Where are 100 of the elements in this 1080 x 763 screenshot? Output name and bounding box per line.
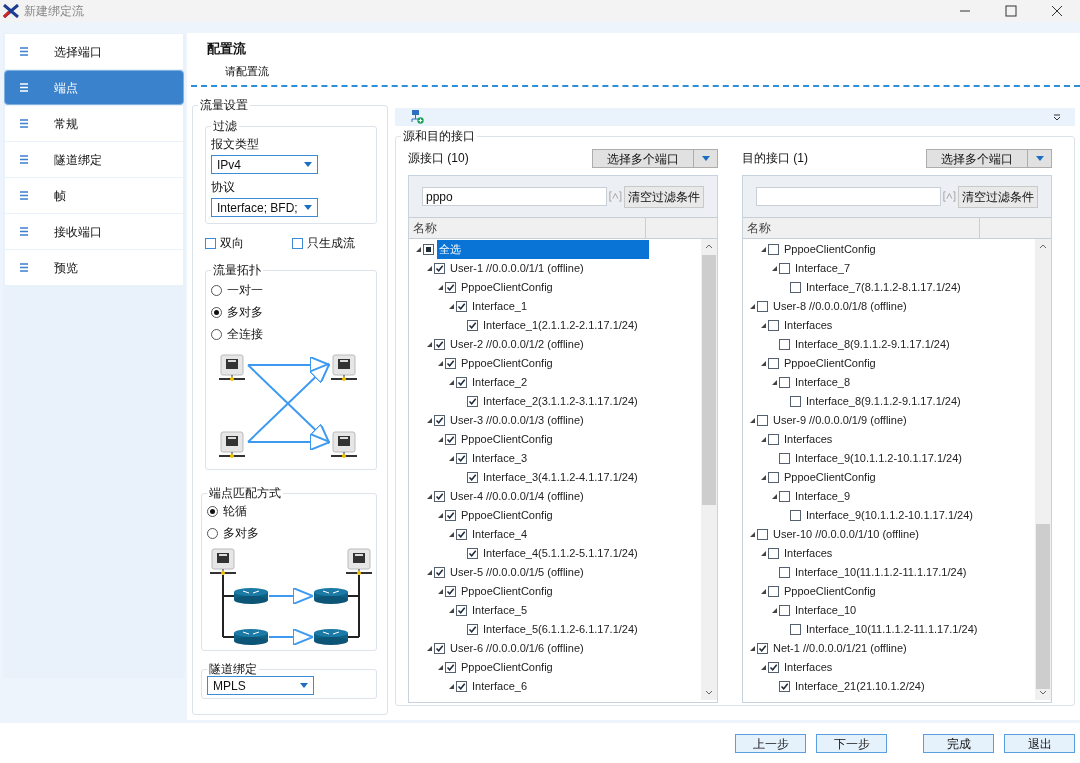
sidebar-item[interactable]: 选择端口	[5, 34, 183, 69]
checkbox[interactable]	[445, 282, 456, 293]
radio-button[interactable]	[211, 284, 222, 296]
expand-icon[interactable]	[437, 589, 443, 594]
expand-icon[interactable]	[760, 475, 766, 480]
sidebar-item[interactable]: 常规	[5, 106, 183, 141]
expand-icon[interactable]	[760, 247, 766, 252]
expand-icon[interactable]	[448, 608, 454, 613]
checkbox[interactable]	[757, 415, 768, 426]
checkbox[interactable]	[434, 491, 445, 502]
expand-icon[interactable]	[760, 361, 766, 366]
tree-item[interactable]: Interface_21(21.10.1.2/24)	[793, 677, 927, 696]
checkbox[interactable]	[768, 586, 779, 597]
tree-item[interactable]: Interface_2	[470, 373, 530, 392]
checkbox[interactable]	[779, 681, 790, 692]
checkbox[interactable]	[445, 662, 456, 673]
tree-item[interactable]: Interface_8(9.1.1.2-9.1.17.1/24)	[793, 335, 952, 354]
sidebar-item[interactable]: 预览	[5, 250, 183, 285]
tree-item[interactable]: PppoeClientConfig	[782, 582, 878, 601]
checkbox[interactable]	[434, 415, 445, 426]
expand-icon[interactable]	[760, 437, 766, 442]
checkbox[interactable]	[768, 320, 779, 331]
tree-item[interactable]: User-1 //0.0.0.0/1/1 (offline)	[448, 259, 586, 278]
sidebar-item[interactable]: 端点	[4, 70, 184, 105]
tree-item[interactable]: Interfaces	[782, 430, 835, 449]
expand-icon[interactable]	[771, 266, 777, 271]
checkbox[interactable]	[779, 339, 790, 350]
expand-icon[interactable]	[437, 285, 443, 290]
checkbox[interactable]	[779, 453, 790, 464]
checkbox[interactable]	[779, 567, 790, 578]
expand-icon[interactable]	[437, 437, 443, 442]
checkbox[interactable]	[456, 681, 467, 692]
expand-icon[interactable]	[426, 494, 432, 499]
dropdown[interactable]: MPLS	[207, 676, 314, 695]
tree-item[interactable]: PppoeClientConfig	[459, 506, 555, 525]
expand-icon[interactable]	[448, 304, 454, 309]
checkbox[interactable]	[790, 282, 801, 293]
footer-button[interactable]: 退出	[1004, 733, 1075, 753]
checkbox[interactable]	[757, 301, 768, 312]
expand-icon[interactable]	[437, 665, 443, 670]
checkbox[interactable]	[467, 396, 478, 407]
checkbox[interactable]	[768, 358, 779, 369]
tree-item[interactable]: Interfaces	[782, 316, 835, 335]
expand-icon[interactable]	[760, 665, 766, 670]
dropdown-button[interactable]	[694, 148, 718, 168]
tree-item[interactable]: PppoeClientConfig	[459, 278, 555, 297]
checkbox[interactable]	[467, 548, 478, 559]
tree-item[interactable]: PppoeClientConfig	[459, 430, 555, 449]
radio-button[interactable]	[207, 527, 218, 539]
checkbox[interactable]	[456, 301, 467, 312]
checkbox[interactable]	[467, 320, 478, 331]
tree-item[interactable]: User-5 //0.0.0.0/1/5 (offline)	[448, 563, 586, 582]
collapse-icon[interactable]	[1054, 114, 1060, 120]
checkbox[interactable]	[779, 377, 790, 388]
tree-item[interactable]: Interface_7	[793, 259, 853, 278]
checkbox[interactable]	[768, 244, 779, 255]
expand-icon[interactable]	[415, 247, 421, 252]
checkbox[interactable]	[790, 624, 801, 635]
checkbox[interactable]	[456, 377, 467, 388]
clear-filter-button[interactable]: 清空过滤条件	[624, 185, 704, 208]
sidebar-item[interactable]: 隧道绑定	[5, 142, 183, 177]
checkbox[interactable]	[434, 643, 445, 654]
filter-field[interactable]	[756, 187, 942, 206]
checkbox[interactable]	[757, 643, 768, 654]
expand-icon[interactable]	[426, 266, 432, 271]
checkbox[interactable]	[434, 567, 445, 578]
expand-icon[interactable]	[749, 646, 755, 651]
checkbox[interactable]	[467, 472, 478, 483]
tree-item[interactable]: Interfaces	[782, 658, 835, 677]
checkbox[interactable]	[456, 605, 467, 616]
checkbox[interactable]	[467, 624, 478, 635]
checkbox[interactable]	[434, 263, 445, 274]
checkbox[interactable]	[205, 237, 216, 249]
tree-item[interactable]: Interface_8	[793, 373, 853, 392]
radio-button[interactable]	[211, 306, 222, 318]
tree-item[interactable]: Interface_1	[470, 297, 530, 316]
tree-item[interactable]: Interface_7(8.1.1.2-8.1.17.1/24)	[804, 278, 963, 297]
sidebar-item[interactable]: 帧	[5, 178, 183, 213]
clear-filter-button[interactable]: 清空过滤条件	[958, 185, 1038, 208]
tree-item[interactable]: User-8 //0.0.0.0/1/8 (offline)	[771, 297, 909, 316]
tree-item[interactable]: PppoeClientConfig	[459, 354, 555, 373]
checkbox[interactable]	[768, 662, 779, 673]
tree-item[interactable]: User-2 //0.0.0.0/1/2 (offline)	[448, 335, 586, 354]
tree-item[interactable]: PppoeClientConfig	[782, 354, 878, 373]
checkbox[interactable]	[434, 339, 445, 350]
tree-item[interactable]: Interface_1(2.1.1.2-2.1.17.1/24)	[481, 316, 640, 335]
checkbox[interactable]	[423, 244, 434, 255]
tree-item[interactable]: PppoeClientConfig	[459, 658, 555, 677]
expand-icon[interactable]	[760, 551, 766, 556]
expand-icon[interactable]	[749, 304, 755, 309]
tree-item[interactable]: Interface_9(10.1.1.2-10.1.17.1/24)	[804, 506, 975, 525]
tree-item[interactable]: Interface_5(6.1.1.2-6.1.17.1/24)	[481, 620, 640, 639]
tree-item[interactable]: PppoeClientConfig	[459, 582, 555, 601]
expand-icon[interactable]	[426, 418, 432, 423]
radio-button[interactable]	[211, 328, 222, 340]
expand-icon[interactable]	[437, 513, 443, 518]
tree-item[interactable]: Interface_6	[470, 677, 530, 696]
tree-item[interactable]: Interface_4	[470, 525, 530, 544]
footer-button[interactable]: 上一步	[735, 733, 806, 753]
checkbox[interactable]	[768, 434, 779, 445]
